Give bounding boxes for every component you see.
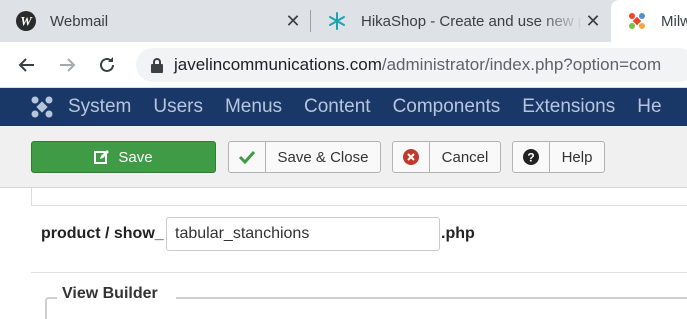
check-icon	[229, 142, 266, 172]
hikashop-icon	[327, 11, 347, 31]
menu-help[interactable]: He	[637, 96, 661, 118]
menu-menus[interactable]: Menus	[225, 96, 282, 118]
view-builder-legend: View Builder	[62, 285, 168, 303]
url-text: javelincommunications.com/administrator/…	[174, 55, 661, 75]
edit-icon	[94, 142, 110, 172]
fieldset-border-line	[176, 297, 687, 299]
filename-suffix-label: .php	[441, 225, 475, 242]
filename-input[interactable]	[166, 217, 440, 251]
help-label: Help	[561, 148, 593, 166]
lock-icon[interactable]	[150, 57, 164, 73]
tab-title: HikaShop - Create and use new p	[361, 12, 583, 30]
joomla-icon	[627, 11, 647, 31]
url-domain: javelincommunications.com	[174, 55, 382, 74]
menu-users[interactable]: Users	[153, 96, 203, 118]
menu-components[interactable]: Components	[393, 96, 501, 118]
svg-text:W: W	[20, 14, 33, 29]
tab-title: Webmail	[50, 12, 109, 30]
admin-menu-bar: System Users Menus Content Components Ex…	[0, 88, 687, 126]
joomla-logo-icon[interactable]	[30, 95, 54, 119]
svg-text:?: ?	[527, 151, 534, 165]
tab-active-joomla[interactable]: Milwa	[611, 0, 687, 42]
action-toolbar: Save Save & Close Cancel ? Help	[0, 126, 687, 188]
url-path: /administrator/index.php?option=com	[381, 55, 662, 74]
close-tab-icon[interactable]: ✕	[583, 11, 603, 31]
help-button[interactable]: ? Help	[512, 141, 605, 173]
menu-system[interactable]: System	[68, 96, 131, 118]
close-tab-icon[interactable]: ✕	[283, 11, 303, 31]
cancel-circle-icon	[393, 142, 430, 172]
cancel-label: Cancel	[441, 148, 489, 166]
back-arrow-icon[interactable]	[12, 50, 42, 80]
question-circle-icon: ?	[513, 142, 550, 172]
browser-toolbar: javelincommunications.com/administrator/…	[0, 42, 687, 88]
tab-hikashop[interactable]: HikaShop - Create and use new p ✕	[311, 0, 611, 42]
save-close-label: Save & Close	[277, 148, 369, 166]
menu-content[interactable]: Content	[304, 96, 371, 118]
main-content: product / show_ .php View Builder	[0, 188, 687, 319]
divider	[31, 272, 687, 273]
webmail-w-icon: W	[16, 11, 36, 31]
browser-tab-strip: W Webmail ✕ HikaShop - Create and use ne…	[0, 0, 687, 42]
tab-webmail[interactable]: W Webmail ✕	[0, 0, 311, 42]
cancel-button[interactable]: Cancel	[392, 141, 501, 173]
save-close-button[interactable]: Save & Close	[228, 141, 381, 173]
address-bar[interactable]: javelincommunications.com/administrator/…	[136, 48, 687, 82]
save-button[interactable]: Save	[31, 141, 216, 173]
menu-extensions[interactable]: Extensions	[522, 96, 615, 118]
filename-prefix-label: product / show_	[41, 225, 164, 242]
fieldset-border	[45, 297, 57, 319]
tab-title: Milwa	[661, 12, 687, 30]
panel-frame	[31, 188, 687, 206]
reload-icon[interactable]	[92, 50, 122, 80]
forward-arrow-icon[interactable]	[52, 50, 82, 80]
save-label: Save	[118, 148, 153, 166]
